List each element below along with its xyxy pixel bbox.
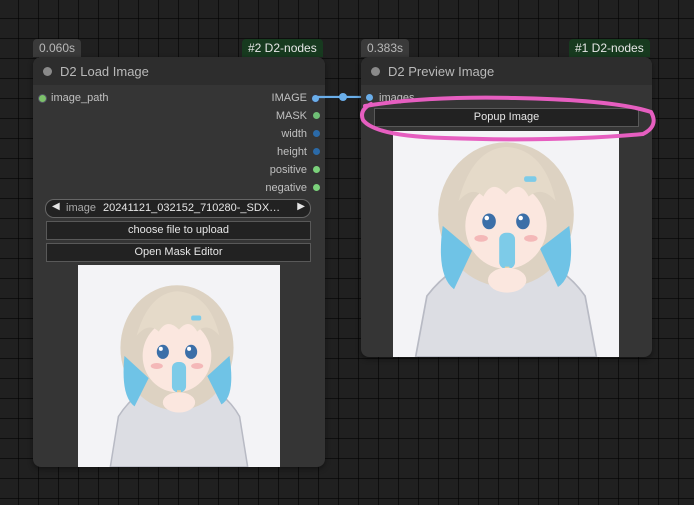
image-combo-value: 20241121_032152_710280-_SDX… xyxy=(103,202,281,214)
output-positive-dot-icon[interactable] xyxy=(313,166,320,173)
image-path-input-dot-icon[interactable] xyxy=(38,94,47,103)
preview-node-header[interactable]: D2 Preview Image xyxy=(361,57,652,85)
load-node-pack-badge: #2 D2-nodes xyxy=(242,39,323,57)
output-mask-label: MASK xyxy=(275,110,307,122)
output-negative-dot-icon[interactable] xyxy=(313,184,320,191)
output-mask-dot-icon[interactable] xyxy=(313,112,320,119)
node-status-dot-icon[interactable] xyxy=(371,67,380,76)
open-mask-editor-button[interactable]: Open Mask Editor xyxy=(46,243,311,262)
load-node-title: D2 Load Image xyxy=(60,64,149,79)
highlight-annotation xyxy=(360,95,656,142)
output-negative-label: negative xyxy=(265,182,307,194)
arrow-left-icon[interactable]: ◀ xyxy=(52,201,60,212)
image-path-input-label: image_path xyxy=(51,92,109,104)
load-node-header[interactable]: D2 Load Image xyxy=(33,57,325,85)
preview-image-display xyxy=(393,131,619,357)
preview-node-title: D2 Preview Image xyxy=(388,64,495,79)
preview-node-pack-badge: #1 D2-nodes xyxy=(569,39,650,57)
output-height-dot-icon[interactable] xyxy=(313,148,320,155)
loaded-image-thumbnail xyxy=(78,265,280,467)
load-image-node[interactable]: D2 Load Image image_path IMAGE MASK widt… xyxy=(33,57,325,467)
image-combo-widget[interactable]: ◀ image 20241121_032152_710280-_SDX… ▶ xyxy=(45,199,311,218)
output-positive-label: positive xyxy=(269,164,307,176)
load-node-time-badge: 0.060s xyxy=(33,39,82,57)
arrow-right-icon[interactable]: ▶ xyxy=(297,201,305,212)
choose-file-button[interactable]: choose file to upload xyxy=(46,221,311,240)
image-combo-label: image xyxy=(66,202,96,214)
output-image-label: IMAGE xyxy=(271,92,307,104)
preview-node-time-badge: 0.383s xyxy=(361,39,410,57)
output-width-dot-icon[interactable] xyxy=(313,130,320,137)
node-status-dot-icon[interactable] xyxy=(43,67,52,76)
output-width-label: width xyxy=(281,128,307,140)
output-height-label: height xyxy=(277,146,307,158)
